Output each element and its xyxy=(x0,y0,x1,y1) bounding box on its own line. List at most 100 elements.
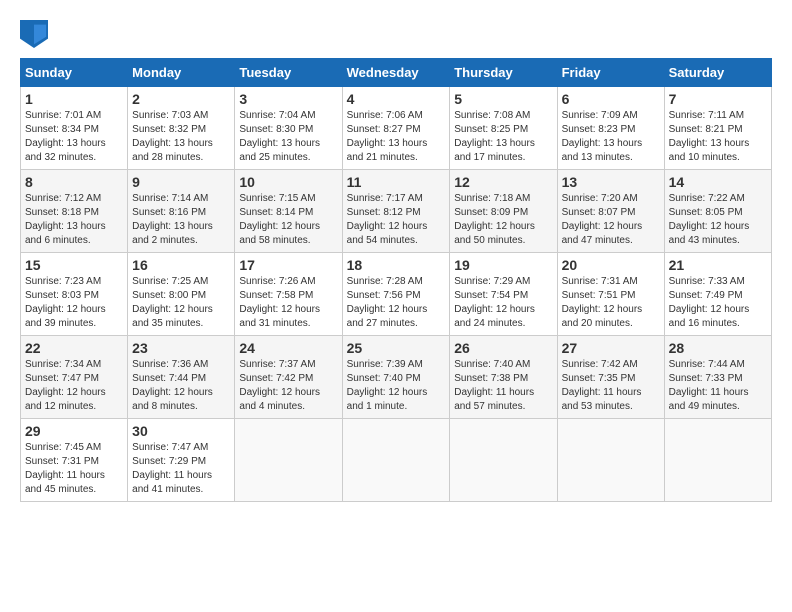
day-info: Sunrise: 7:29 AM Sunset: 7:54 PM Dayligh… xyxy=(454,275,552,331)
week-row-4: 22 Sunrise: 7:34 AM Sunset: 7:47 PM Dayli… xyxy=(21,336,772,419)
calendar-cell: 15Sunrise: 7:23 AM Sunset: 8:03 PM Dayli… xyxy=(21,253,128,336)
day-number: 6 xyxy=(562,91,660,107)
day-number: 18 xyxy=(347,257,446,273)
calendar-cell: 27 Sunrise: 7:42 AM Sunset: 7:35 PM Dayli… xyxy=(557,336,664,419)
day-info: Sunrise: 7:42 AM Sunset: 7:35 PM Dayligh… xyxy=(562,358,660,414)
day-info: Sunrise: 7:15 AM Sunset: 8:14 PM Dayligh… xyxy=(239,192,337,248)
day-info: Sunrise: 7:14 AM Sunset: 8:16 PM Dayligh… xyxy=(132,192,230,248)
day-number: 29 xyxy=(25,423,123,439)
page-header xyxy=(20,20,772,48)
logo-icon xyxy=(20,20,48,48)
day-info: Sunrise: 7:09 AM Sunset: 8:23 PM Dayligh… xyxy=(562,109,660,165)
day-info: Sunrise: 7:25 AM Sunset: 8:00 PM Dayligh… xyxy=(132,275,230,331)
day-number: 17 xyxy=(239,257,337,273)
calendar-cell: 26 Sunrise: 7:40 AM Sunset: 7:38 PM Dayli… xyxy=(450,336,557,419)
day-info: Sunrise: 7:36 AM Sunset: 7:44 PM Dayligh… xyxy=(132,358,230,414)
day-header-monday: Monday xyxy=(128,59,235,87)
calendar-cell: 1Sunrise: 7:01 AM Sunset: 8:34 PM Daylig… xyxy=(21,87,128,170)
day-info: Sunrise: 7:33 AM Sunset: 7:49 PM Dayligh… xyxy=(669,275,767,331)
day-info: Sunrise: 7:34 AM Sunset: 7:47 PM Dayligh… xyxy=(25,358,123,414)
day-info: Sunrise: 7:12 AM Sunset: 8:18 PM Dayligh… xyxy=(25,192,123,248)
day-number: 25 xyxy=(347,340,446,356)
calendar-cell: 7 Sunrise: 7:11 AM Sunset: 8:21 PM Daylig… xyxy=(664,87,771,170)
calendar-cell xyxy=(342,419,450,502)
day-info: Sunrise: 7:20 AM Sunset: 8:07 PM Dayligh… xyxy=(562,192,660,248)
day-number: 30 xyxy=(132,423,230,439)
day-number: 3 xyxy=(239,91,337,107)
day-number: 23 xyxy=(132,340,230,356)
day-info: Sunrise: 7:22 AM Sunset: 8:05 PM Dayligh… xyxy=(669,192,767,248)
day-header-tuesday: Tuesday xyxy=(235,59,342,87)
calendar-cell: 28 Sunrise: 7:44 AM Sunset: 7:33 PM Dayli… xyxy=(664,336,771,419)
calendar-cell xyxy=(664,419,771,502)
day-info: Sunrise: 7:03 AM Sunset: 8:32 PM Dayligh… xyxy=(132,109,230,165)
calendar-cell: 29 Sunrise: 7:45 AM Sunset: 7:31 PM Dayli… xyxy=(21,419,128,502)
week-row-2: 8 Sunrise: 7:12 AM Sunset: 8:18 PM Daylig… xyxy=(21,170,772,253)
day-info: Sunrise: 7:45 AM Sunset: 7:31 PM Dayligh… xyxy=(25,441,123,497)
calendar-cell xyxy=(450,419,557,502)
day-number: 20 xyxy=(562,257,660,273)
day-header-wednesday: Wednesday xyxy=(342,59,450,87)
day-info: Sunrise: 7:44 AM Sunset: 7:33 PM Dayligh… xyxy=(669,358,767,414)
calendar-cell: 20 Sunrise: 7:31 AM Sunset: 7:51 PM Dayli… xyxy=(557,253,664,336)
day-number: 14 xyxy=(669,174,767,190)
day-number: 7 xyxy=(669,91,767,107)
day-number: 4 xyxy=(347,91,446,107)
week-row-3: 15Sunrise: 7:23 AM Sunset: 8:03 PM Dayli… xyxy=(21,253,772,336)
day-info: Sunrise: 7:11 AM Sunset: 8:21 PM Dayligh… xyxy=(669,109,767,165)
day-number: 11 xyxy=(347,174,446,190)
day-number: 24 xyxy=(239,340,337,356)
calendar-cell: 11 Sunrise: 7:17 AM Sunset: 8:12 PM Dayli… xyxy=(342,170,450,253)
day-number: 2 xyxy=(132,91,230,107)
day-info: Sunrise: 7:37 AM Sunset: 7:42 PM Dayligh… xyxy=(239,358,337,414)
day-number: 13 xyxy=(562,174,660,190)
day-info: Sunrise: 7:28 AM Sunset: 7:56 PM Dayligh… xyxy=(347,275,446,331)
day-number: 8 xyxy=(25,174,123,190)
day-info: Sunrise: 7:06 AM Sunset: 8:27 PM Dayligh… xyxy=(347,109,446,165)
calendar-cell: 9 Sunrise: 7:14 AM Sunset: 8:16 PM Daylig… xyxy=(128,170,235,253)
day-number: 1 xyxy=(25,91,123,107)
day-number: 10 xyxy=(239,174,337,190)
calendar-cell: 3 Sunrise: 7:04 AM Sunset: 8:30 PM Daylig… xyxy=(235,87,342,170)
calendar-cell: 2 Sunrise: 7:03 AM Sunset: 8:32 PM Daylig… xyxy=(128,87,235,170)
calendar-cell: 22 Sunrise: 7:34 AM Sunset: 7:47 PM Dayli… xyxy=(21,336,128,419)
calendar-cell: 23 Sunrise: 7:36 AM Sunset: 7:44 PM Dayli… xyxy=(128,336,235,419)
day-header-saturday: Saturday xyxy=(664,59,771,87)
calendar-cell: 4 Sunrise: 7:06 AM Sunset: 8:27 PM Daylig… xyxy=(342,87,450,170)
calendar-cell: 13 Sunrise: 7:20 AM Sunset: 8:07 PM Dayli… xyxy=(557,170,664,253)
day-info: Sunrise: 7:08 AM Sunset: 8:25 PM Dayligh… xyxy=(454,109,552,165)
day-info: Sunrise: 7:47 AM Sunset: 7:29 PM Dayligh… xyxy=(132,441,230,497)
day-number: 21 xyxy=(669,257,767,273)
day-number: 27 xyxy=(562,340,660,356)
calendar-cell: 24 Sunrise: 7:37 AM Sunset: 7:42 PM Dayli… xyxy=(235,336,342,419)
calendar-cell: 21 Sunrise: 7:33 AM Sunset: 7:49 PM Dayli… xyxy=(664,253,771,336)
calendar-table: SundayMondayTuesdayWednesdayThursdayFrid… xyxy=(20,58,772,502)
calendar-cell: 30 Sunrise: 7:47 AM Sunset: 7:29 PM Dayli… xyxy=(128,419,235,502)
calendar-cell: 12Sunrise: 7:18 AM Sunset: 8:09 PM Dayli… xyxy=(450,170,557,253)
day-number: 16 xyxy=(132,257,230,273)
day-number: 9 xyxy=(132,174,230,190)
day-number: 22 xyxy=(25,340,123,356)
calendar-cell: 14 Sunrise: 7:22 AM Sunset: 8:05 PM Dayli… xyxy=(664,170,771,253)
week-row-1: 1Sunrise: 7:01 AM Sunset: 8:34 PM Daylig… xyxy=(21,87,772,170)
day-number: 26 xyxy=(454,340,552,356)
calendar-cell: 18 Sunrise: 7:28 AM Sunset: 7:56 PM Dayli… xyxy=(342,253,450,336)
day-info: Sunrise: 7:04 AM Sunset: 8:30 PM Dayligh… xyxy=(239,109,337,165)
calendar-cell: 10 Sunrise: 7:15 AM Sunset: 8:14 PM Dayli… xyxy=(235,170,342,253)
day-info: Sunrise: 7:17 AM Sunset: 8:12 PM Dayligh… xyxy=(347,192,446,248)
day-info: Sunrise: 7:31 AM Sunset: 7:51 PM Dayligh… xyxy=(562,275,660,331)
calendar-cell: 17 Sunrise: 7:26 AM Sunset: 7:58 PM Dayli… xyxy=(235,253,342,336)
day-number: 5 xyxy=(454,91,552,107)
days-header-row: SundayMondayTuesdayWednesdayThursdayFrid… xyxy=(21,59,772,87)
calendar-cell: 5 Sunrise: 7:08 AM Sunset: 8:25 PM Daylig… xyxy=(450,87,557,170)
day-info: Sunrise: 7:40 AM Sunset: 7:38 PM Dayligh… xyxy=(454,358,552,414)
day-info: Sunrise: 7:26 AM Sunset: 7:58 PM Dayligh… xyxy=(239,275,337,331)
day-info: Sunrise: 7:39 AM Sunset: 7:40 PM Dayligh… xyxy=(347,358,446,414)
day-info: Sunrise: 7:23 AM Sunset: 8:03 PM Dayligh… xyxy=(25,275,123,331)
day-header-thursday: Thursday xyxy=(450,59,557,87)
day-header-sunday: Sunday xyxy=(21,59,128,87)
calendar-cell: 6 Sunrise: 7:09 AM Sunset: 8:23 PM Daylig… xyxy=(557,87,664,170)
logo xyxy=(20,20,52,48)
calendar-cell: 16 Sunrise: 7:25 AM Sunset: 8:00 PM Dayli… xyxy=(128,253,235,336)
day-number: 28 xyxy=(669,340,767,356)
